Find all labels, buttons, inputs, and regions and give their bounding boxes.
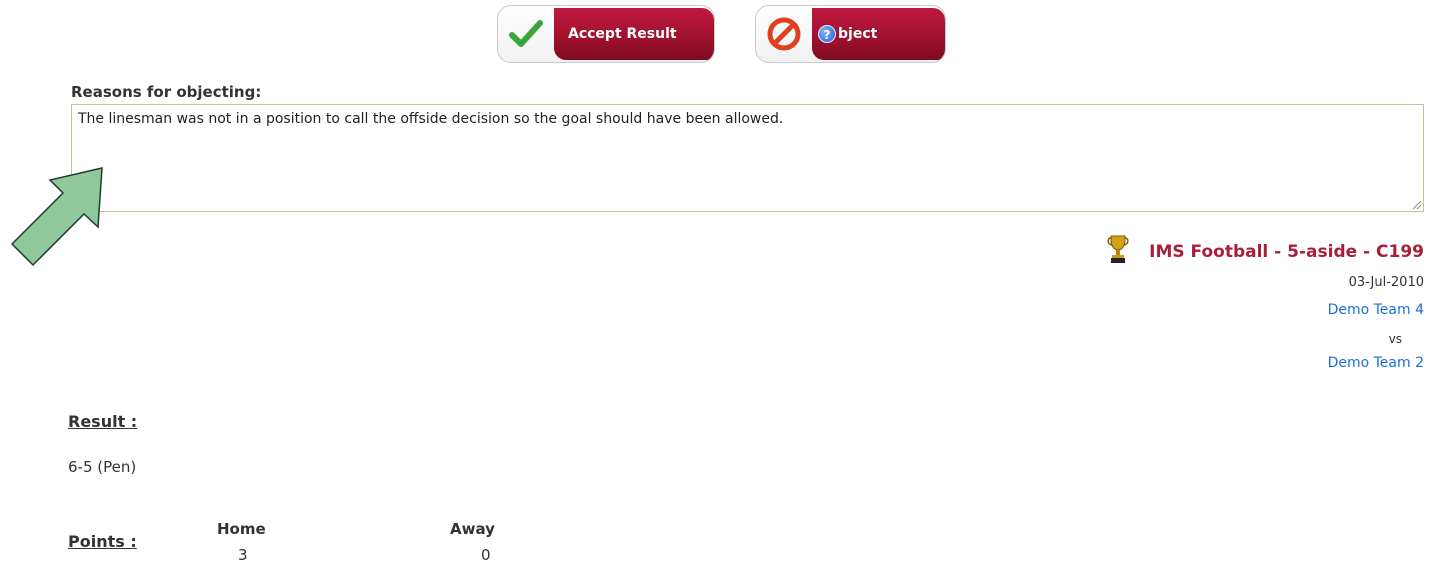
match-date: 03-Jul-2010 bbox=[1348, 275, 1424, 290]
match-title-text: IMS Football - 5-aside - C199 bbox=[1149, 241, 1424, 262]
home-team-link[interactable]: Demo Team 4 bbox=[1328, 302, 1424, 318]
result-label: Result : bbox=[68, 412, 138, 431]
object-label: bject bbox=[838, 26, 878, 42]
away-points-value: 0 bbox=[481, 546, 491, 564]
home-column-header: Home bbox=[217, 520, 266, 538]
help-icon: ? bbox=[818, 25, 836, 43]
points-label: Points : bbox=[68, 532, 137, 551]
vs-text: vs bbox=[1388, 332, 1402, 346]
pointer-arrow-icon bbox=[10, 167, 103, 267]
away-team-link[interactable]: Demo Team 2 bbox=[1328, 355, 1424, 371]
accept-result-button[interactable]: Accept Result bbox=[497, 5, 715, 63]
reasons-label: Reasons for objecting: bbox=[71, 83, 262, 101]
result-value: 6-5 (Pen) bbox=[68, 458, 137, 476]
reasons-text: The linesman was not in a position to ca… bbox=[78, 111, 784, 127]
home-points-value: 3 bbox=[238, 546, 248, 564]
match-title: IMS Football - 5-aside - C199 bbox=[1107, 234, 1424, 269]
checkmark-icon bbox=[498, 6, 554, 62]
away-column-header: Away bbox=[450, 520, 495, 538]
prohibited-icon bbox=[756, 6, 812, 62]
object-button[interactable]: ? bject bbox=[755, 5, 946, 63]
object-label-box: ? bject bbox=[812, 8, 945, 60]
trophy-icon bbox=[1107, 234, 1129, 269]
resize-grip-icon[interactable] bbox=[1411, 199, 1421, 209]
accept-result-label: Accept Result bbox=[554, 8, 714, 60]
reasons-textarea[interactable]: The linesman was not in a position to ca… bbox=[71, 104, 1424, 212]
